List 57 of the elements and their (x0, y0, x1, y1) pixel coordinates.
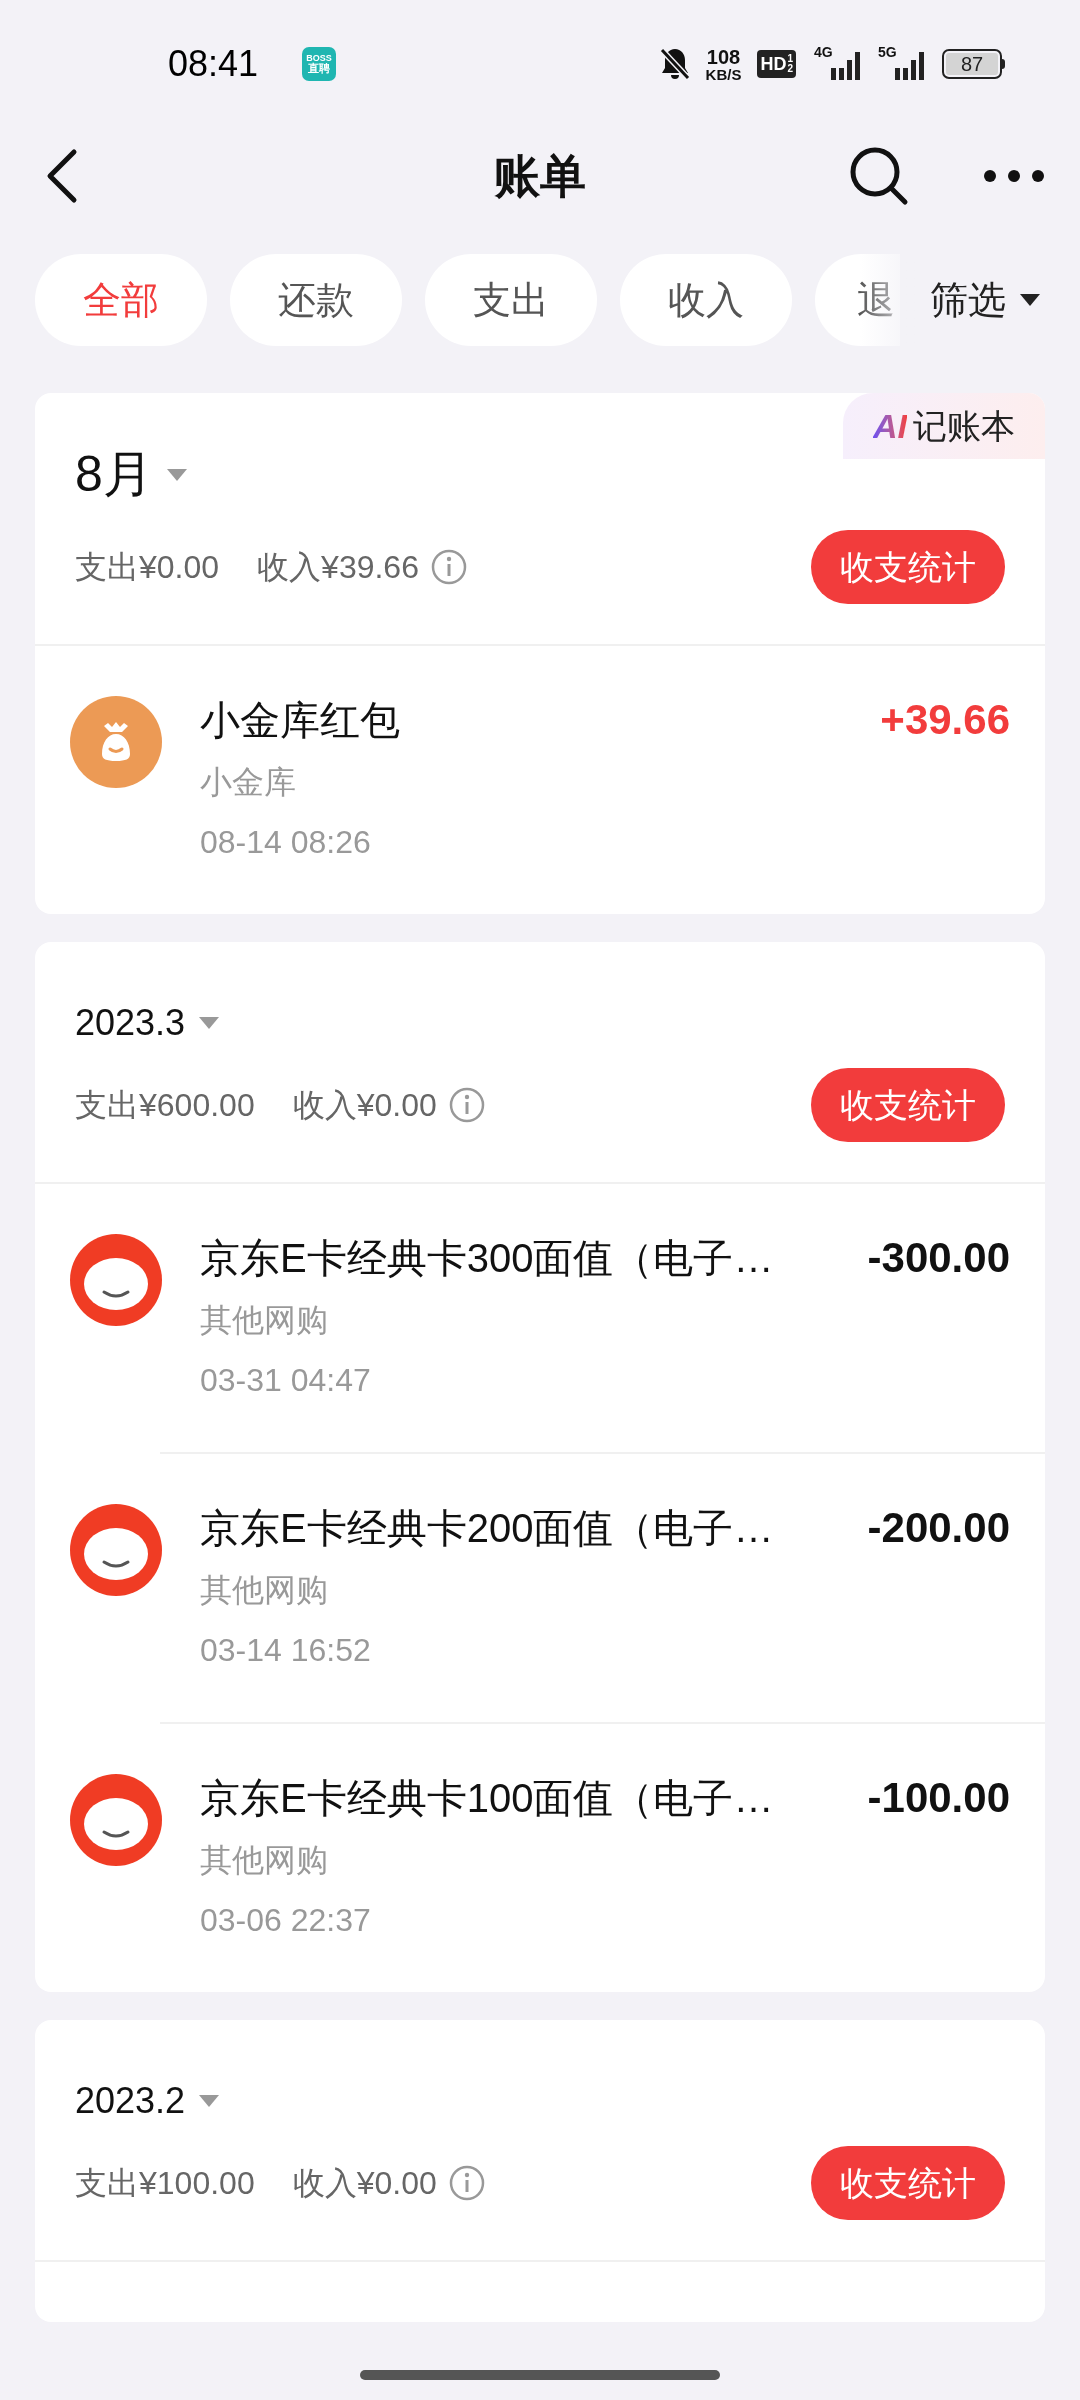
transaction-category: 其他网购 (200, 1571, 329, 1610)
income-total: 收入¥0.00 (292, 2164, 437, 2203)
transaction-title: 小金库红包 (200, 698, 401, 742)
info-icon[interactable] (448, 2165, 485, 2201)
transaction-amount: -100.00 (867, 1776, 1010, 1820)
app-notification-icon: BOSS 直聘 (302, 47, 337, 81)
stats-button[interactable]: 收支统计 (811, 2146, 1005, 2220)
filter-chip[interactable]: 退 (815, 254, 900, 346)
expense-total: 支出¥600.00 (75, 1086, 255, 1125)
page-title: 账单 (494, 148, 586, 204)
dropdown-caret-icon[interactable] (199, 1017, 220, 1029)
battery-icon: 87 (942, 49, 1005, 79)
network-speed: 108 KB/S (705, 46, 742, 82)
transaction-title: 京东E卡经典卡300面值（电子… (200, 1236, 775, 1280)
transaction-time: 03-14 16:52 (200, 1631, 372, 1670)
avatar-icon (70, 1504, 162, 1596)
period-label[interactable]: 2023.3 (75, 996, 186, 1050)
ledger-badge[interactable]: AI 记账本 (843, 393, 1045, 459)
transaction-time: 03-31 04:47 (200, 1361, 372, 1400)
avatar-icon (70, 1774, 162, 1866)
transaction-title: 京东E卡经典卡200面值（电子… (200, 1506, 775, 1550)
more-icon[interactable] (983, 169, 1045, 183)
info-icon[interactable] (430, 549, 467, 585)
transaction-row[interactable]: 京东E卡经典卡100面值（电子… 其他网购 03-06 22:37 -100.00 (35, 1724, 1045, 1992)
transaction-amount: -300.00 (867, 1236, 1010, 1280)
stats-button[interactable]: 收支统计 (811, 530, 1005, 604)
info-icon[interactable] (448, 1087, 485, 1123)
transaction-row[interactable]: 京东E卡经典卡300面值（电子… 其他网购 03-31 04:47 -300.00 (35, 1184, 1045, 1452)
transaction-title: 京东E卡经典卡100面值（电子… (200, 1776, 775, 1820)
transaction-category: 其他网购 (200, 1301, 329, 1340)
transaction-row[interactable]: 京东E卡经典卡200面值（电子… 其他网购 03-14 16:52 -200.00 (35, 1454, 1045, 1722)
transaction-category: 其他网购 (200, 1841, 329, 1880)
avatar-icon (70, 1234, 162, 1326)
dropdown-caret-icon (1020, 294, 1040, 306)
transaction-amount: +39.66 (880, 698, 1010, 742)
pouch-icon (70, 696, 162, 788)
filter-button[interactable]: 筛选 (930, 254, 1040, 346)
period-label[interactable]: 8月 (75, 437, 153, 512)
transaction-time: 08-14 08:26 (200, 823, 372, 862)
filter-chip[interactable]: 收入 (620, 254, 792, 346)
period-label[interactable]: 2023.2 (75, 2074, 186, 2128)
transaction-row[interactable]: 小金库红包 小金库 08-14 08:26 +39.66 (35, 646, 1045, 914)
filter-chip[interactable]: 全部 (35, 254, 207, 346)
expense-total: 支出¥0.00 (75, 548, 220, 587)
status-time: 08:41 (168, 42, 259, 86)
search-icon[interactable] (848, 145, 910, 207)
transaction-amount: -200.00 (867, 1506, 1010, 1550)
income-total: 收入¥0.00 (292, 1086, 437, 1125)
filter-chip[interactable]: 支出 (425, 254, 597, 346)
transaction-category: 小金库 (200, 763, 297, 802)
expense-total: 支出¥100.00 (75, 2164, 255, 2203)
filter-chip[interactable]: 还款 (230, 254, 402, 346)
income-total: 收入¥39.66 (257, 548, 419, 587)
transaction-time: 03-06 22:37 (200, 1901, 372, 1940)
dropdown-caret-icon[interactable] (199, 2095, 220, 2107)
stats-button[interactable]: 收支统计 (811, 1068, 1005, 1142)
dropdown-caret-icon[interactable] (166, 468, 187, 481)
